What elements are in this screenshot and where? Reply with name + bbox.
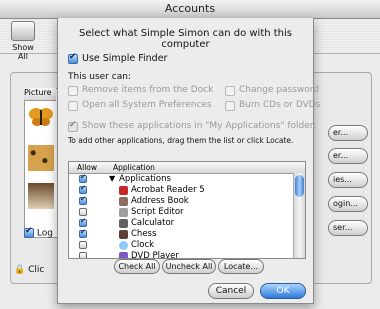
user-can-label: This user can:	[68, 72, 131, 82]
list-item[interactable]: Clock	[69, 240, 293, 251]
use-simple-finder-label: Use Simple Finder	[82, 53, 168, 64]
dog-picture[interactable]	[28, 183, 54, 209]
application-column-header[interactable]: Application	[113, 163, 155, 172]
list-item[interactable]: Calculator	[69, 217, 293, 229]
allow-checkbox[interactable]	[79, 184, 87, 194]
allow-checkbox[interactable]	[79, 228, 87, 238]
app-name: Applications	[119, 174, 171, 184]
app-name: Clock	[131, 240, 155, 250]
disclosure-triangle-icon[interactable]: ▼	[109, 174, 115, 183]
app-name: Script Editor	[131, 207, 184, 217]
app-name: Calculator	[131, 218, 175, 228]
list-item[interactable]: ▼ Applications	[69, 173, 293, 185]
scrollbar-thumb[interactable]	[295, 175, 304, 197]
allow-checkbox[interactable]	[79, 195, 87, 205]
list-item[interactable]: Address Book	[69, 195, 293, 207]
dvd-player-icon	[119, 252, 128, 258]
instructions-text: To add other applications, drag them the…	[68, 136, 294, 145]
lock-row[interactable]: 🔒 Clic	[14, 265, 44, 275]
uncheck-all-button[interactable]: Uncheck All	[162, 259, 216, 274]
allow-checkbox[interactable]	[79, 241, 87, 249]
list-item[interactable]: DVD Player	[69, 251, 293, 259]
allow-checkbox[interactable]	[79, 252, 87, 258]
window-title: Accounts	[0, 0, 380, 19]
check-all-button[interactable]: Check All	[114, 259, 160, 274]
change-password-label: Change password	[239, 85, 320, 95]
capabilities-sheet: Select what Simple Simon can do with thi…	[57, 18, 320, 304]
bg-button-5[interactable]: ser...	[328, 220, 368, 236]
show-all-label: Show All	[12, 43, 34, 61]
app-name: Acrobat Reader 5	[131, 185, 205, 195]
open-system-prefs-label: Open all System Preferences	[82, 100, 212, 110]
allow-column-header[interactable]: Allow	[77, 163, 97, 172]
list-item[interactable]: Chess	[69, 228, 293, 240]
apple-icon	[11, 21, 35, 41]
remove-dock-items-checkbox[interactable]	[68, 86, 78, 96]
ok-button[interactable]: OK	[260, 283, 306, 299]
list-scrollbar[interactable]	[293, 173, 305, 258]
remove-dock-items-label: Remove items from the Dock	[82, 85, 214, 95]
lock-icon: 🔒	[14, 265, 26, 275]
pictures-header: Picture	[24, 88, 56, 101]
show-apps-checkbox[interactable]	[68, 120, 78, 132]
applications-list[interactable]: Allow Application ▼ Applications Acrobat…	[68, 161, 306, 259]
bg-button-4[interactable]: ogin...	[328, 196, 368, 212]
butterfly-picture[interactable]	[28, 104, 54, 130]
script-editor-icon	[119, 208, 128, 217]
log-label: Log	[36, 228, 53, 239]
log-checkbox-row[interactable]: Log	[24, 226, 53, 239]
list-item[interactable]: Acrobat Reader 5	[69, 184, 293, 196]
open-system-prefs-checkbox[interactable]	[68, 101, 78, 111]
acrobat-icon	[119, 186, 128, 195]
chess-icon	[119, 230, 128, 239]
locate-button[interactable]: Locate...	[218, 259, 264, 274]
burn-cds-checkbox[interactable]	[225, 101, 235, 111]
address-book-icon	[119, 197, 128, 206]
use-simple-finder-checkbox[interactable]	[68, 52, 78, 64]
leopard-picture[interactable]	[28, 145, 54, 171]
app-name: DVD Player	[131, 251, 179, 259]
allow-checkbox[interactable]	[79, 208, 87, 216]
show-all-button[interactable]: Show All	[6, 21, 40, 61]
bg-button-3[interactable]: ies...	[328, 172, 368, 188]
clock-icon	[119, 241, 128, 250]
log-checkbox[interactable]	[24, 226, 34, 238]
bg-button-1[interactable]: er...	[328, 125, 368, 141]
list-header: Allow Application	[69, 162, 305, 174]
allow-checkbox[interactable]	[79, 217, 87, 227]
app-name: Address Book	[131, 196, 189, 206]
allow-checkbox[interactable]	[79, 173, 87, 183]
burn-cds-label: Burn CDs or DVDs	[239, 100, 321, 110]
app-name: Chess	[131, 229, 157, 239]
show-apps-label: Show these applications in "My Applicati…	[82, 121, 317, 131]
change-password-checkbox[interactable]	[225, 86, 235, 96]
lock-label: Clic	[28, 265, 45, 275]
list-item[interactable]: Script Editor	[69, 207, 293, 218]
calculator-icon	[119, 219, 128, 228]
cancel-button[interactable]: Cancel	[208, 283, 254, 299]
sheet-title: Select what Simple Simon can do with thi…	[78, 28, 293, 50]
bg-button-2[interactable]: er...	[328, 148, 368, 164]
